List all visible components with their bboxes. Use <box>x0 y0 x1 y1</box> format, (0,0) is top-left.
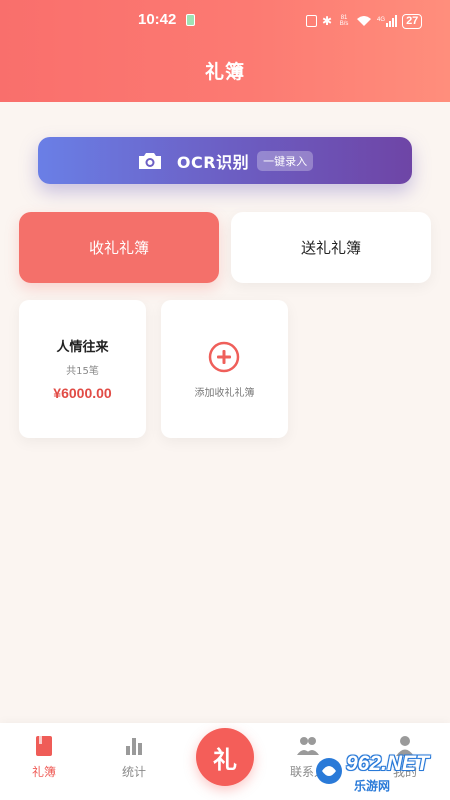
nav-item-stats[interactable]: 统计 <box>104 735 164 780</box>
watermark: 962.NET 乐游网 <box>312 752 446 793</box>
watermark-site: 乐游网 <box>354 779 391 793</box>
book-amount: ¥6000.00 <box>53 385 112 401</box>
add-book-label: 添加收礼礼簿 <box>194 388 255 399</box>
status-time: 10:42 <box>138 11 177 28</box>
status-bar: 10:42 ✱ 81 B/s 4G 27 <box>0 8 450 32</box>
add-gift-fab-button[interactable]: 礼 <box>196 728 254 786</box>
watermark-logo <box>316 758 342 784</box>
book-name: 人情往来 <box>56 340 109 355</box>
ocr-label: OCR识别 <box>176 152 250 172</box>
status-icons: ✱ 81 B/s 4G 27 <box>306 12 423 30</box>
bar-chart-icon <box>126 738 142 755</box>
ocr-button[interactable]: OCR识别 一键录入 <box>38 137 412 184</box>
book-count: 共15笔 <box>66 366 99 377</box>
nfc-icon <box>306 15 317 27</box>
camera-icon <box>138 152 161 169</box>
sim-icon <box>186 14 195 26</box>
bluetooth-icon: ✱ <box>322 14 333 28</box>
watermark-number: 962.NET <box>346 752 429 775</box>
nav-label-ledger: 礼簿 <box>31 765 56 779</box>
battery-level: 27 <box>402 13 423 29</box>
tab-receive-label: 收礼礼簿 <box>88 239 149 257</box>
nav-item-ledger[interactable]: 礼簿 <box>14 735 74 780</box>
network-type: 4G <box>377 17 385 23</box>
tab-send-label: 送礼礼簿 <box>300 239 361 257</box>
tab-receive-book[interactable]: 收礼礼簿 <box>19 212 219 283</box>
ocr-tag: 一键录入 <box>257 150 314 171</box>
tab-send-book[interactable]: 送礼礼簿 <box>231 212 431 283</box>
signal-icon: 4G <box>377 15 398 27</box>
net-speed: 81 B/s <box>339 15 349 27</box>
wifi-icon <box>357 16 372 26</box>
add-circle-icon <box>208 341 240 373</box>
book-icon <box>36 736 52 756</box>
header: 10:42 ✱ 81 B/s 4G 27 礼簿 <box>0 0 450 102</box>
add-book-card[interactable]: 添加收礼礼簿 <box>161 300 288 438</box>
page-title: 礼簿 <box>204 61 245 83</box>
book-card[interactable]: 人情往来 共15笔 ¥6000.00 <box>19 300 146 438</box>
nav-label-stats: 统计 <box>121 765 146 779</box>
